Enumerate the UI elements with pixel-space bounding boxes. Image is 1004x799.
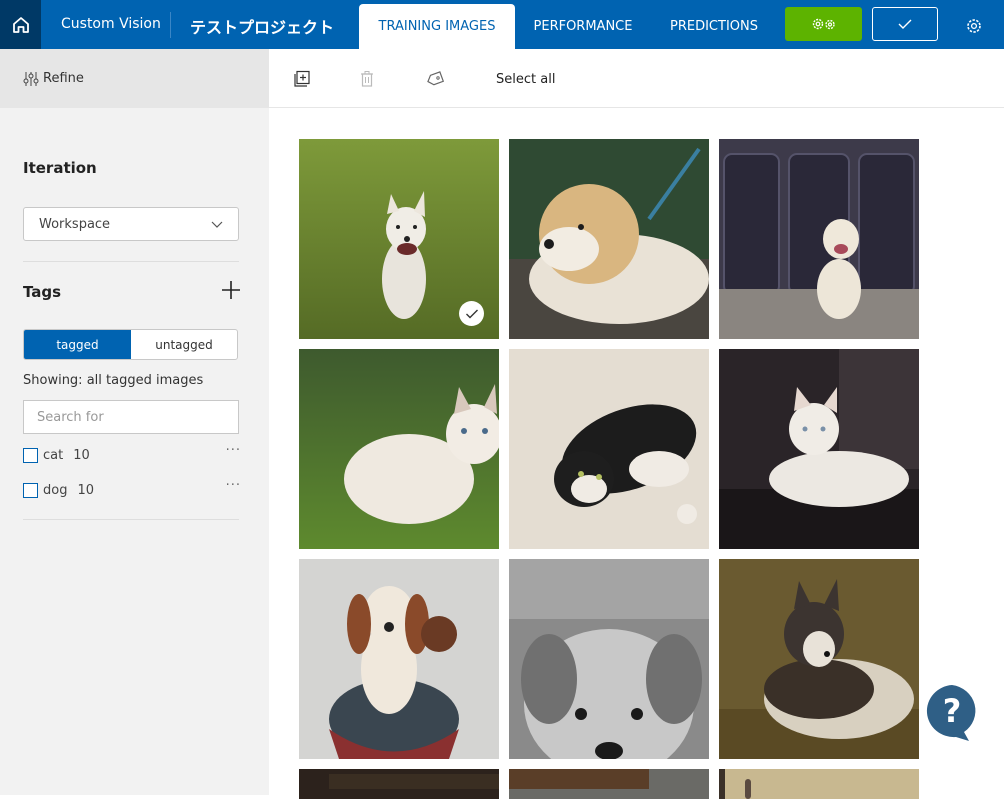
divider	[23, 519, 239, 520]
toggle-tagged[interactable]: tagged	[24, 330, 131, 359]
checkmark-icon	[898, 19, 912, 29]
select-all-button[interactable]: Select all	[496, 72, 555, 87]
image-thumbnail[interactable]	[509, 559, 709, 759]
home-icon	[12, 16, 29, 33]
photo-labrador-tires	[719, 139, 919, 339]
photo-white-kitten	[299, 349, 499, 549]
tag-item-cat: cat 10 ···	[23, 443, 241, 465]
app-brand[interactable]: Custom Vision	[61, 16, 161, 32]
tag-search-input[interactable]	[23, 400, 239, 434]
toggle-untagged[interactable]: untagged	[131, 330, 237, 359]
tab-predictions[interactable]: PREDICTIONS	[656, 4, 772, 49]
tab-performance[interactable]: PERFORMANCE	[520, 4, 646, 49]
image-thumbnail[interactable]	[299, 559, 499, 759]
tag-count: 10	[73, 447, 90, 463]
top-nav-bar: Custom Vision テストプロジェクト TRAINING IMAGES …	[0, 0, 1004, 49]
photo-tuxedo-cat	[509, 349, 709, 549]
image-thumbnail[interactable]	[509, 349, 709, 549]
add-images-icon[interactable]	[293, 70, 311, 88]
tag-name: dog	[43, 482, 68, 498]
tags-heading: Tags	[23, 283, 62, 301]
divider	[23, 261, 239, 262]
tagged-toggle: tagged untagged	[23, 329, 238, 360]
image-thumbnail[interactable]	[299, 139, 499, 339]
settings-button[interactable]	[963, 15, 985, 37]
more-options-icon[interactable]: ···	[226, 443, 241, 458]
chevron-down-icon	[211, 221, 223, 228]
image-thumbnail[interactable]	[719, 139, 919, 339]
photo-dog-figurine	[299, 559, 499, 759]
iteration-dropdown[interactable]: Workspace	[23, 207, 239, 241]
tag-count: 10	[77, 482, 95, 498]
header-divider	[170, 12, 171, 38]
refine-button[interactable]: Refine	[0, 49, 269, 108]
image-toolbar: Select all	[269, 49, 1004, 108]
home-button[interactable]	[0, 0, 41, 49]
gear-icon	[967, 19, 981, 33]
sliders-icon	[23, 71, 39, 86]
tab-training-images[interactable]: TRAINING IMAGES	[359, 4, 515, 49]
gears-icon	[812, 18, 835, 30]
tag-icon[interactable]	[426, 70, 444, 88]
iteration-selected: Workspace	[39, 216, 111, 232]
photo-grayscale-puppy	[509, 559, 709, 759]
project-title: テストプロジェクト	[190, 18, 335, 37]
selected-check-icon[interactable]	[459, 301, 484, 326]
iteration-heading: Iteration	[23, 159, 97, 177]
refine-label: Refine	[43, 71, 84, 86]
photo-fluffy-puppy	[509, 139, 709, 339]
svg-text:?: ?	[943, 692, 962, 730]
photo-malamute	[719, 559, 919, 759]
sidebar: Refine Iteration Workspace Tags tagged u…	[0, 49, 269, 795]
more-options-icon[interactable]: ···	[226, 478, 241, 493]
quick-test-button[interactable]	[872, 7, 938, 41]
photo-white-cat-sofa	[719, 349, 919, 549]
showing-status: Showing: all tagged images	[23, 373, 204, 388]
tag-name: cat	[43, 447, 64, 463]
train-button[interactable]	[785, 7, 862, 41]
image-thumbnail[interactable]	[719, 559, 919, 759]
image-thumbnail[interactable]	[299, 349, 499, 549]
trash-icon[interactable]	[358, 70, 376, 88]
help-chat-icon[interactable]: ?	[922, 682, 982, 742]
image-thumbnail[interactable]	[509, 139, 709, 339]
add-tag-icon[interactable]	[220, 279, 242, 301]
tag-checkbox[interactable]	[23, 482, 38, 498]
image-thumbnail[interactable]	[719, 349, 919, 549]
tag-item-dog: dog 10 ···	[23, 478, 241, 500]
tag-checkbox[interactable]	[23, 447, 38, 463]
